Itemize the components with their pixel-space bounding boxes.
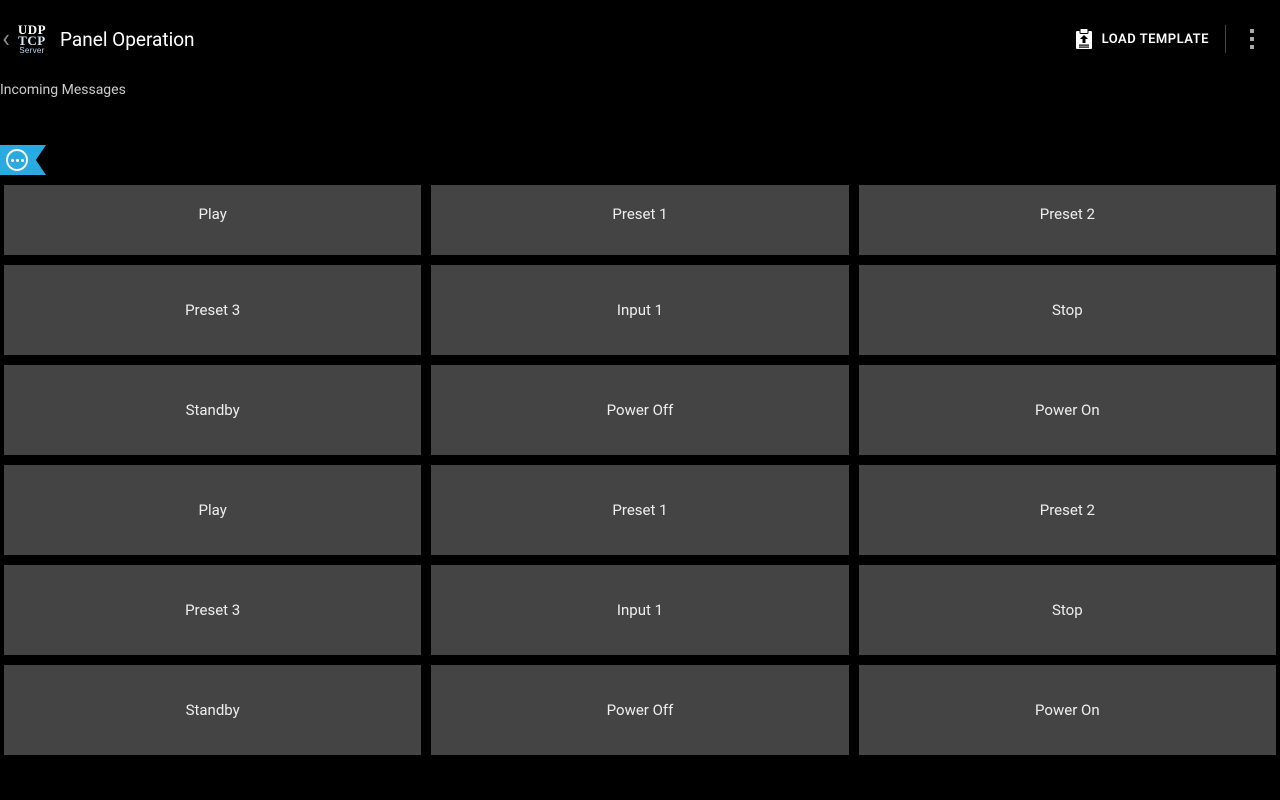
panel-button-play[interactable]: Play [4, 465, 421, 555]
panel-button-stop[interactable]: Stop [859, 265, 1276, 355]
panel-button-preset-3[interactable]: Preset 3 [4, 565, 421, 655]
app-logo: UDP TCP Server [18, 24, 46, 55]
panel-button-stop[interactable]: Stop [859, 565, 1276, 655]
panel-button-standby[interactable]: Standby [4, 665, 421, 755]
more-horizontal-icon [6, 149, 28, 171]
panel-button-grid: Play Preset 1 Preset 2 Preset 3 Input 1 … [4, 185, 1276, 755]
overflow-dot-icon [1250, 45, 1254, 49]
panel-button-standby[interactable]: Standby [4, 365, 421, 455]
load-template-button[interactable]: LOAD TEMPLATE [1068, 20, 1215, 58]
page-title: Panel Operation [60, 28, 195, 51]
incoming-messages-label: Incoming Messages [0, 82, 1280, 98]
panel-button-preset-3[interactable]: Preset 3 [4, 265, 421, 355]
app-header: ‹ UDP TCP Server Panel Operation LOAD TE… [0, 0, 1280, 78]
clipboard-upload-icon [1074, 28, 1094, 50]
panel-button-power-off[interactable]: Power Off [431, 365, 848, 455]
panel-button-input-1[interactable]: Input 1 [431, 565, 848, 655]
panel-button-power-on[interactable]: Power On [859, 365, 1276, 455]
overflow-dot-icon [1250, 29, 1254, 33]
overflow-menu-button[interactable] [1236, 21, 1268, 57]
panel-button-preset-1[interactable]: Preset 1 [431, 465, 848, 555]
panel-button-preset-1[interactable]: Preset 1 [431, 185, 848, 255]
panel-button-power-on[interactable]: Power On [859, 665, 1276, 755]
panel-button-preset-2[interactable]: Preset 2 [859, 185, 1276, 255]
panel-button-power-off[interactable]: Power Off [431, 665, 848, 755]
drawer-toggle-button[interactable] [0, 145, 46, 175]
panel-button-preset-2[interactable]: Preset 2 [859, 465, 1276, 555]
overflow-dot-icon [1250, 37, 1254, 41]
header-divider [1225, 25, 1226, 53]
load-template-label: LOAD TEMPLATE [1102, 32, 1209, 47]
panel-button-input-1[interactable]: Input 1 [431, 265, 848, 355]
logo-text-server: Server [19, 47, 44, 54]
panel-button-play[interactable]: Play [4, 185, 421, 255]
back-chevron-icon[interactable]: ‹ [0, 26, 14, 52]
